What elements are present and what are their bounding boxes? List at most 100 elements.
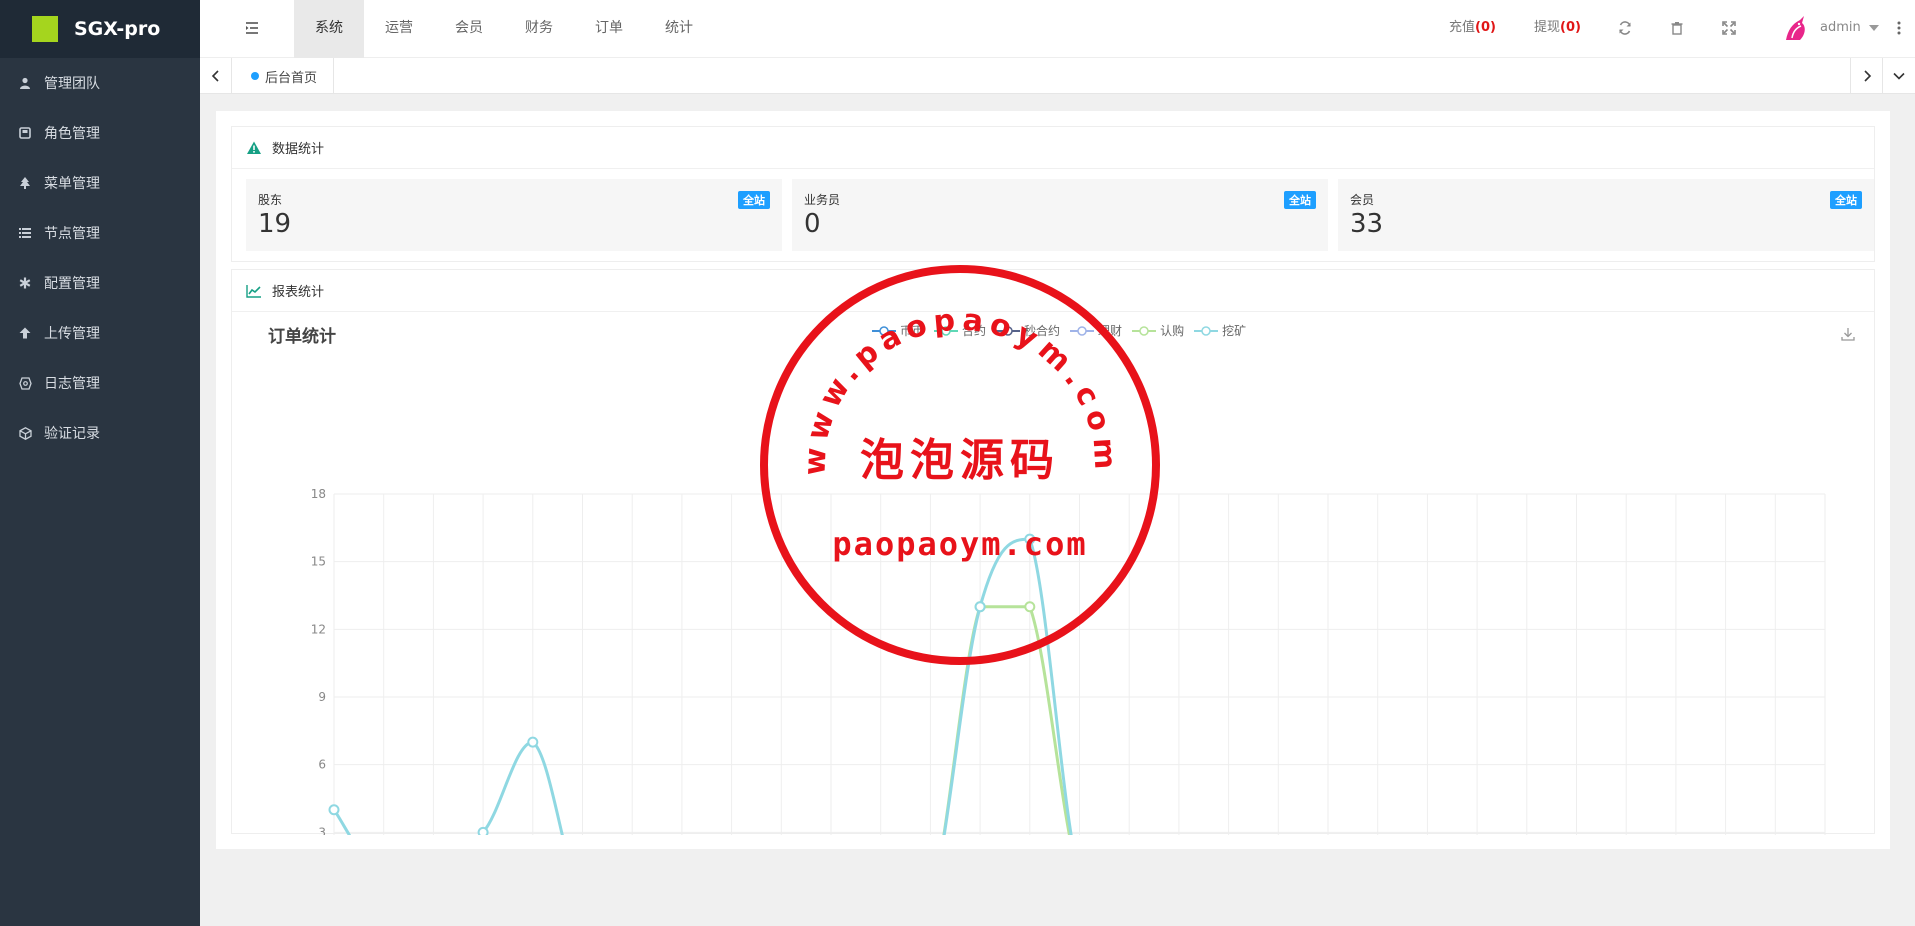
more-vertical-icon[interactable] [1897, 20, 1903, 36]
sidebar-item-label: 角色管理 [44, 126, 100, 142]
sidebar-item-uploads[interactable]: 上传管理 [0, 308, 200, 358]
main-content: 数据统计 股东 19 全站 业务员 0 全站 会员 33 全站 报表统计 036… [216, 111, 1890, 849]
list-icon [18, 226, 32, 240]
scope-badge: 全站 [1284, 191, 1316, 209]
data-point [328, 804, 340, 816]
stats-card: 数据统计 股东 19 全站 业务员 0 全站 会员 33 全站 [231, 126, 1875, 262]
chart-title: 订单统计 [268, 327, 336, 347]
role-icon [18, 126, 32, 140]
stat-label: 业务员 [804, 193, 841, 207]
sidebar-item-label: 日志管理 [44, 376, 100, 392]
sidebar-item-verify[interactable]: 验证记录 [0, 408, 200, 458]
y-tick-label: 6 [318, 758, 326, 772]
download-icon[interactable] [1840, 326, 1856, 342]
tabs-next-button[interactable] [1850, 58, 1882, 94]
sidebar-item-label: 上传管理 [44, 326, 100, 342]
data-point [527, 736, 539, 748]
tab-finance[interactable]: 财务 [504, 0, 574, 58]
y-tick-label: 9 [318, 690, 326, 704]
y-tick-label: 15 [311, 555, 326, 569]
report-card: 报表统计 03691215181日2日3日4日5日6日7日8日9日10日11日1… [231, 269, 1875, 835]
top-header: 系统 运营 会员 财务 订单 统计 充值(0) 提现(0) admin [200, 0, 1915, 58]
sidebar-item-nodes[interactable]: 节点管理 [0, 208, 200, 258]
user-icon [18, 76, 32, 90]
tab-statistics[interactable]: 统计 [644, 0, 714, 58]
sidebar-item-config[interactable]: 配置管理 [0, 258, 200, 308]
y-tick-label: 18 [311, 487, 326, 501]
arrow-up-icon [18, 326, 32, 340]
data-point [1024, 533, 1036, 545]
user-avatar[interactable] [1780, 14, 1810, 44]
y-tick-label: 12 [311, 622, 326, 636]
username: admin [1820, 20, 1861, 35]
scope-badge: 全站 [1830, 191, 1862, 209]
tab-home[interactable]: 后台首页 [233, 58, 335, 94]
legend-label: 合约 [962, 324, 987, 338]
stat-label: 会员 [1350, 193, 1375, 207]
legend-label: 币币 [900, 324, 925, 338]
sidebar: SGX-pro 管理团队 角色管理 菜单管理 节点管理 配置管理 上传管理 日志… [0, 0, 200, 926]
stat-value: 19 [258, 209, 292, 239]
legend-marker-icon [1132, 325, 1157, 336]
tab-system[interactable]: 系统 [294, 0, 364, 58]
active-dot-icon [251, 72, 259, 80]
legend-item[interactable]: 挖矿 [1194, 322, 1246, 339]
stat-shareholders: 股东 19 全站 [246, 179, 782, 251]
warning-icon [247, 141, 261, 154]
legend-label: 认购 [1160, 324, 1185, 338]
scope-badge: 全站 [738, 191, 770, 209]
sidebar-item-logs[interactable]: 日志管理 [0, 358, 200, 408]
legend-marker-icon [934, 325, 959, 336]
sidebar-item-team[interactable]: 管理团队 [0, 58, 200, 108]
stat-label: 股东 [258, 193, 283, 207]
stat-value: 0 [804, 209, 821, 239]
sidebar-item-roles[interactable]: 角色管理 [0, 108, 200, 158]
legend-marker-icon [1194, 325, 1219, 336]
legend-item[interactable]: 认购 [1132, 322, 1184, 339]
page-tabs-bar: 后台首页 [200, 58, 1915, 94]
chart-legend: 币币 合约 秒合约 理财 认购 挖矿 [872, 322, 1256, 339]
chevron-right-icon [1863, 70, 1871, 82]
order-chart: 03691215181日2日3日4日5日6日7日8日9日10日11日12日13日… [311, 487, 1826, 835]
logo-mark-icon [32, 16, 64, 48]
withdraw-link[interactable]: 提现(0) [1534, 0, 1581, 58]
data-point [1024, 601, 1036, 613]
fullscreen-icon[interactable] [1722, 20, 1738, 36]
chevron-down-icon [1892, 72, 1905, 80]
legend-item[interactable]: 理财 [1070, 322, 1122, 339]
tab-orders[interactable]: 订单 [574, 0, 644, 58]
refresh-icon[interactable] [1618, 20, 1634, 36]
legend-marker-icon [996, 325, 1021, 336]
legend-label: 理财 [1098, 324, 1123, 338]
cube-icon [18, 426, 32, 440]
sidebar-item-label: 验证记录 [44, 426, 100, 442]
tab-operation[interactable]: 运营 [364, 0, 434, 58]
recharge-link[interactable]: 充值(0) [1449, 0, 1496, 58]
trash-icon[interactable] [1670, 20, 1686, 36]
withdraw-label: 提现 [1534, 20, 1561, 35]
tabs-prev-button[interactable] [200, 58, 232, 94]
stats-card-title: 数据统计 [272, 142, 325, 157]
chevron-left-icon [211, 70, 219, 82]
y-tick-label: 3 [318, 825, 326, 835]
caret-down-icon [1868, 24, 1879, 31]
app-name: SGX-pro [74, 18, 161, 40]
legend-item[interactable]: 合约 [934, 322, 986, 339]
sidebar-item-label: 管理团队 [44, 76, 100, 92]
admin-menu[interactable]: admin [1820, 0, 1879, 56]
legend-item[interactable]: 秒合约 [996, 322, 1060, 339]
legend-marker-icon [872, 325, 896, 336]
legend-label: 挖矿 [1222, 324, 1247, 338]
menu-toggle-icon[interactable] [244, 20, 260, 36]
tree-icon [18, 176, 32, 190]
stat-salespeople: 业务员 0 全站 [792, 179, 1328, 251]
app-logo[interactable]: SGX-pro [0, 0, 200, 58]
tabs-menu-button[interactable] [1882, 58, 1914, 94]
data-point [477, 826, 489, 835]
withdraw-count: (0) [1560, 20, 1581, 35]
tab-members[interactable]: 会员 [434, 0, 504, 58]
legend-item[interactable]: 币币 [872, 322, 924, 339]
sidebar-item-menus[interactable]: 菜单管理 [0, 158, 200, 208]
sidebar-item-label: 配置管理 [44, 276, 100, 292]
recharge-label: 充值 [1449, 20, 1476, 35]
